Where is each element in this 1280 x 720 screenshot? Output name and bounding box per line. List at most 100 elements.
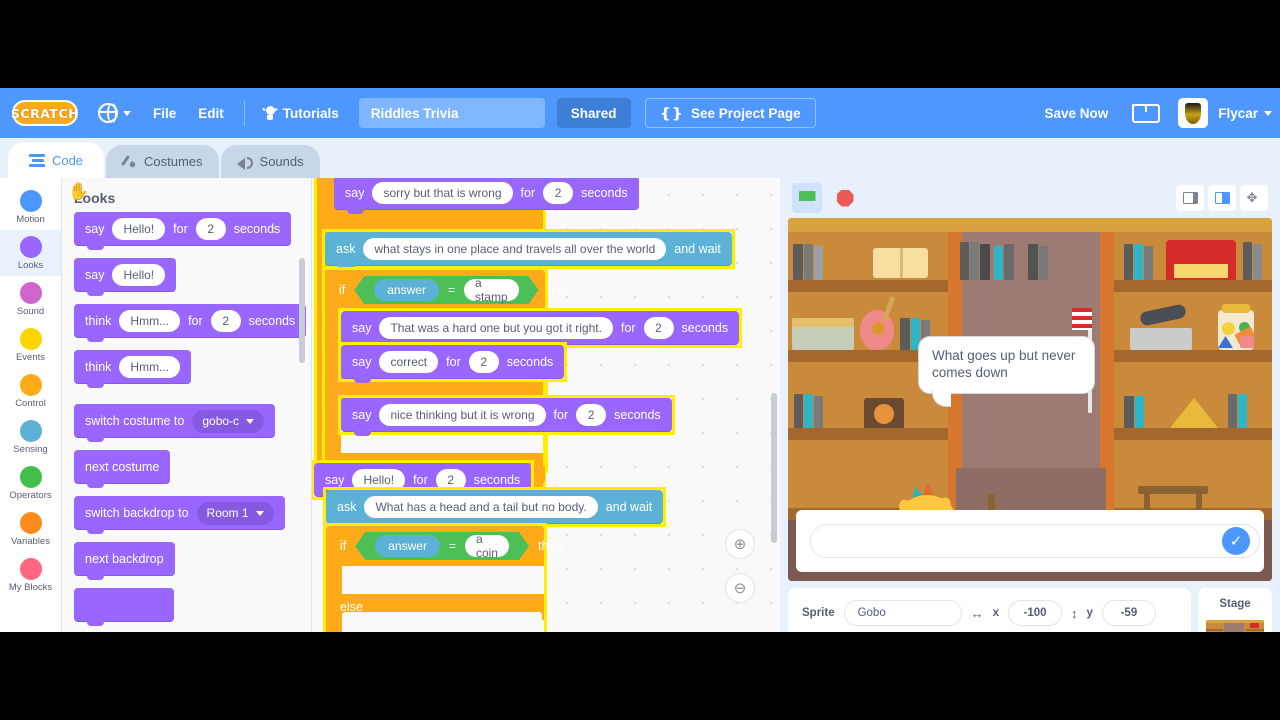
block-input-message[interactable]: Hmm... [119, 310, 181, 332]
block-input-message[interactable]: nice thinking but it is wrong [379, 404, 546, 426]
palette-block-next-costume[interactable]: next costume [74, 450, 311, 488]
stop-button[interactable] [830, 183, 860, 213]
category-color-dot [19, 189, 42, 212]
block-input-message[interactable]: Hmm... [119, 356, 181, 378]
block-input-message[interactable]: Hello! [352, 469, 406, 491]
block-say-nice-thinking[interactable]: say nice thinking but it is wrong for 2 … [341, 398, 672, 436]
block-input-message[interactable]: correct [379, 351, 439, 373]
category-sensing[interactable]: Sensing [0, 414, 61, 460]
block-ask-head-tail[interactable]: ask What has a head and a tail but no bo… [326, 490, 664, 528]
book [1228, 394, 1237, 428]
block-input-compare[interactable]: a stamp [464, 279, 519, 301]
category-motion[interactable]: Motion [0, 184, 61, 230]
answer-reporter-block[interactable]: answer [375, 535, 440, 557]
answer-input[interactable] [810, 524, 1260, 558]
small-stage-button[interactable] [1176, 185, 1204, 211]
category-events[interactable]: Events [0, 322, 61, 368]
book-spine [900, 248, 903, 278]
stage-canvas[interactable]: What goes up but never comes down ✓ [788, 218, 1272, 581]
language-selector[interactable] [98, 103, 131, 123]
if-else-header[interactable]: if answer = a stamp then [325, 270, 572, 310]
menu-tutorials[interactable]: Tutorials [263, 104, 339, 122]
block-input-question[interactable]: what stays in one place and travels all … [363, 238, 667, 260]
block-label-if: if [339, 283, 346, 297]
answer-submit-button[interactable]: ✓ [1222, 527, 1250, 555]
block-input-message[interactable]: sorry but that is wrong [372, 182, 513, 204]
block-dropdown-costume[interactable]: gobo-c [192, 409, 265, 433]
palette-block-think-for-seconds[interactable]: think Hmm... for 2 seconds [74, 304, 311, 342]
block-say-correct[interactable]: say correct for 2 seconds [341, 345, 565, 383]
block-label: ask [336, 242, 356, 256]
zoom-out-button[interactable]: ⊖ [725, 573, 755, 603]
block-input-seconds[interactable]: 2 [195, 218, 226, 240]
shared-button[interactable]: Shared [556, 98, 631, 128]
block-input-message[interactable]: Hello! [112, 264, 166, 286]
book [1134, 244, 1143, 280]
lightbulb-icon [263, 104, 277, 122]
block-palette[interactable]: Looks say Hello! for 2 seconds ✋ say Hel… [62, 178, 312, 632]
palette-block-say-for-seconds[interactable]: say Hello! for 2 seconds ✋ [68, 182, 311, 250]
block-input-question[interactable]: What has a head and a tail but no body. [364, 496, 598, 518]
avatar[interactable] [1178, 98, 1209, 128]
equals-operator-block[interactable]: answer = a coin [355, 532, 529, 560]
code-icon [28, 153, 45, 167]
palette-block-next-backdrop[interactable]: next backdrop [74, 542, 311, 580]
block-input-seconds[interactable]: 2 [543, 182, 574, 204]
account-menu[interactable]: Flycar [1218, 106, 1272, 121]
see-project-page-button[interactable]: ❴❵ See Project Page [644, 98, 816, 128]
if-else-header[interactable]: if answer = a coin then [326, 526, 562, 566]
palette-scrollbar[interactable] [299, 258, 305, 363]
block-input-seconds[interactable]: 2 [435, 469, 466, 491]
workspace-scrollbar-vertical[interactable] [771, 393, 777, 543]
block-input-compare[interactable]: a coin [465, 535, 509, 557]
block-label: for [446, 355, 461, 369]
tab-code[interactable]: Code [8, 142, 104, 178]
category-control[interactable]: Control [0, 368, 61, 414]
menu-file[interactable]: File [153, 106, 176, 121]
book [980, 244, 990, 280]
block-ask-world[interactable]: ask what stays in one place and travels … [325, 232, 732, 270]
zoom-in-icon: ⊕ [733, 536, 747, 553]
category-variables[interactable]: Variables [0, 506, 61, 552]
fullscreen-button[interactable]: ✥ [1240, 185, 1268, 211]
green-flag-button[interactable] [792, 183, 822, 213]
palette-block-switch-costume[interactable]: switch costume to gobo-c [74, 404, 311, 442]
large-stage-button[interactable] [1208, 185, 1236, 211]
scratch-logo[interactable]: SCRATCH [11, 100, 79, 126]
code-workspace[interactable]: say sorry but that is wrong for 2 second… [312, 178, 780, 632]
save-now-button[interactable]: Save Now [1044, 106, 1108, 121]
answer-reporter-block[interactable]: answer [374, 279, 439, 301]
block-input-seconds[interactable]: 2 [468, 351, 499, 373]
sprite-y-input[interactable] [1101, 600, 1156, 626]
palette-block-switch-backdrop[interactable]: switch backdrop to Room 1 [74, 496, 311, 534]
guitar-hole [872, 322, 885, 335]
ask-answer-bar: ✓ [796, 510, 1264, 572]
project-title-input[interactable] [358, 98, 545, 128]
palette-block-think[interactable]: think Hmm... [74, 350, 311, 388]
category-my-blocks[interactable]: My Blocks [0, 552, 61, 598]
block-input-message[interactable]: Hello! [112, 218, 166, 240]
sprite-name-input[interactable] [843, 600, 962, 626]
block-say-sorry[interactable]: say sorry but that is wrong for 2 second… [334, 178, 639, 214]
equals-operator-block[interactable]: answer = a stamp [354, 276, 538, 304]
block-input-message[interactable]: That was a hard one but you got it right… [379, 317, 613, 339]
sprite-x-input[interactable] [1008, 600, 1062, 626]
palette-block-partial[interactable] [74, 588, 311, 627]
palette-block-say[interactable]: say Hello! [74, 258, 311, 296]
block-input-seconds[interactable]: 2 [210, 310, 241, 332]
category-sound[interactable]: Sound [0, 276, 61, 322]
stage-selector-panel[interactable]: Stage [1198, 588, 1272, 632]
category-operators[interactable]: Operators [0, 460, 61, 506]
category-looks[interactable]: Looks [0, 230, 61, 276]
block-label: seconds [681, 321, 729, 335]
menu-edit[interactable]: Edit [198, 106, 224, 121]
folder-icon[interactable] [1132, 103, 1161, 123]
block-dropdown-backdrop[interactable]: Room 1 [196, 501, 274, 525]
shelf-top [788, 218, 1272, 232]
block-input-seconds[interactable]: 2 [643, 317, 674, 339]
tab-sounds[interactable]: Sounds [220, 145, 320, 178]
block-input-seconds[interactable]: 2 [576, 404, 607, 426]
zoom-in-button[interactable]: ⊕ [725, 529, 755, 559]
block-say-hard-one[interactable]: say That was a hard one but you got it r… [341, 311, 740, 349]
tab-costumes[interactable]: Costumes [106, 145, 219, 178]
